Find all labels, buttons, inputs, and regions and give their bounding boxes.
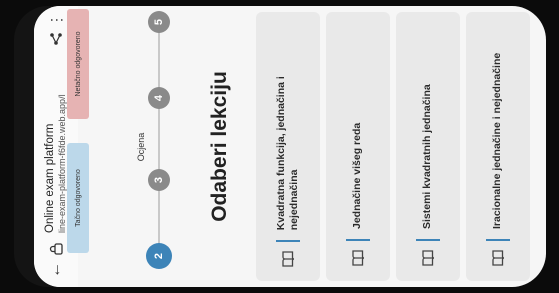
- card-divider: [346, 239, 370, 241]
- card-divider: [416, 239, 440, 241]
- page-title: Online exam platform: [44, 123, 57, 233]
- site-info-icon[interactable]: [46, 239, 66, 259]
- grade-label: Ocjena: [136, 132, 146, 162]
- book-icon: [349, 249, 367, 267]
- book-icon: [489, 249, 507, 267]
- progress-track: [158, 21, 160, 263]
- share-icon[interactable]: [49, 28, 63, 50]
- legend-correct: Tačno odgovoreno: [67, 143, 89, 253]
- lesson-card[interactable]: Iracionalne jednačine i nejednačine: [466, 12, 530, 281]
- step-3[interactable]: 3: [148, 169, 170, 191]
- lesson-title: Iracionalne jednačine i nejednačine: [491, 52, 504, 229]
- more-vert-icon[interactable]: ⋮: [48, 12, 65, 28]
- step-4[interactable]: 4: [148, 87, 170, 109]
- book-icon: [279, 250, 297, 267]
- back-arrow-icon[interactable]: ←: [47, 259, 65, 281]
- card-divider: [276, 240, 300, 243]
- book-icon: [419, 249, 437, 267]
- address-bar[interactable]: Online exam platform line-exam-platform-…: [44, 50, 68, 239]
- step-2[interactable]: 2: [146, 243, 172, 269]
- step-5[interactable]: 5: [148, 11, 170, 33]
- phone-frame: ← Online exam platform line-exam-platfor…: [14, 6, 546, 287]
- lesson-card[interactable]: Sistemi kvadratnih jednačina: [396, 12, 460, 281]
- lesson-title: Jednačine višeg reda: [351, 122, 364, 229]
- browser-screen: ← Online exam platform line-exam-platfor…: [34, 6, 546, 287]
- lesson-card[interactable]: Jednačine višeg reda: [326, 12, 390, 281]
- lessons-heading: Odaberi lekciju: [208, 71, 231, 222]
- lesson-title: Sistemi kvadratnih jednačina: [421, 84, 434, 229]
- lesson-title: Kvadratna funkcija, jednačina i nejednač…: [274, 76, 300, 231]
- card-divider: [486, 239, 510, 241]
- lesson-card[interactable]: Kvadratna funkcija, jednačina i nejednač…: [256, 12, 320, 281]
- legend-wrong: Netačno odgovoreno: [67, 9, 89, 119]
